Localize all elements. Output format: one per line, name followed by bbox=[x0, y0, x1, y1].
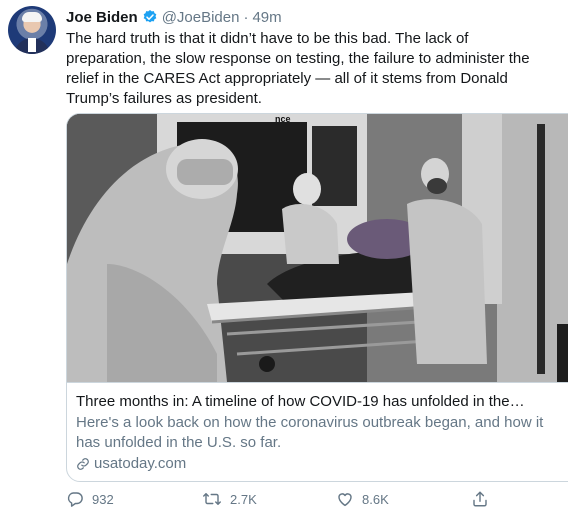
author-avatar[interactable] bbox=[8, 6, 56, 54]
reply-button[interactable]: 932 bbox=[66, 490, 114, 508]
card-body[interactable]: Three months in: A timeline of how COVID… bbox=[67, 382, 568, 481]
verified-badge-icon bbox=[143, 10, 157, 23]
ambulance-sign: nce bbox=[275, 114, 291, 124]
link-icon bbox=[77, 457, 89, 470]
share-button[interactable] bbox=[471, 490, 489, 508]
card-domain[interactable]: usatoday.com bbox=[94, 455, 186, 472]
author-handle[interactable]: @JoeBiden bbox=[162, 9, 240, 26]
card-domain-link[interactable]: usatoday.com bbox=[76, 455, 186, 472]
like-button[interactable]: 8.6K bbox=[336, 490, 389, 508]
author-name[interactable]: Joe Biden bbox=[66, 9, 138, 26]
avatar-shirt bbox=[28, 38, 36, 52]
retweet-icon bbox=[203, 493, 221, 505]
reply-icon bbox=[67, 492, 83, 507]
retweet-count: 2.7K bbox=[230, 491, 257, 507]
card-image[interactable]: nce bbox=[67, 114, 568, 382]
tweet-actions: 932 2.7K 8.6K bbox=[66, 490, 566, 512]
share-icon bbox=[473, 491, 487, 507]
tweet-text: The hard truth is that it didn’t have to… bbox=[66, 30, 530, 107]
ambulance-photo: nce bbox=[67, 114, 568, 382]
reply-count: 932 bbox=[92, 491, 114, 507]
link-card[interactable]: nce Three months in: A timeline of how C… bbox=[66, 113, 568, 482]
avatar-hair bbox=[22, 12, 42, 22]
tweet-timestamp[interactable]: 49m bbox=[252, 9, 281, 26]
card-title[interactable]: Three months in: A timeline of how COVID… bbox=[76, 392, 566, 411]
retweet-button[interactable]: 2.7K bbox=[202, 490, 257, 508]
tweet-header: Joe Biden @JoeBiden · 49m bbox=[66, 7, 282, 27]
heart-icon bbox=[338, 493, 352, 507]
card-description: Here's a look back on how the coronaviru… bbox=[76, 414, 544, 451]
like-count: 8.6K bbox=[362, 491, 389, 507]
header-separator: · bbox=[243, 8, 249, 26]
